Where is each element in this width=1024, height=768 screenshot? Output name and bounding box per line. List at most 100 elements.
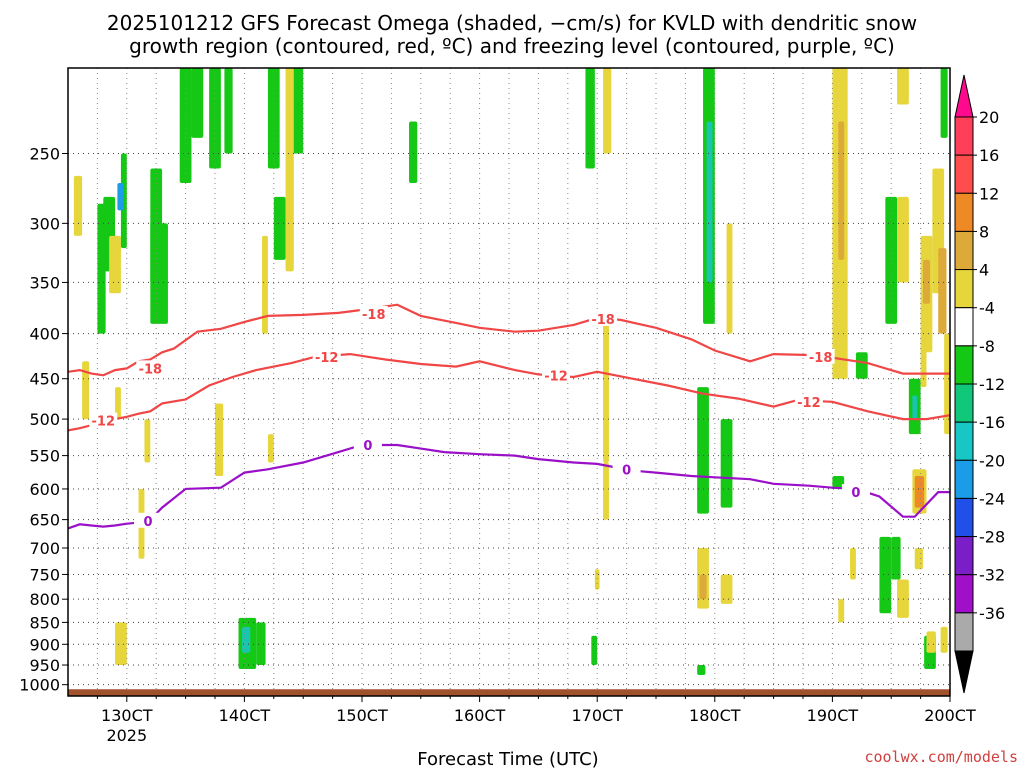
omega-cell <box>697 665 706 675</box>
contour-label: -12 <box>544 369 568 384</box>
colorbar-label: -32 <box>979 566 1005 585</box>
omega-cell <box>603 313 609 463</box>
colorbar-bin <box>954 459 974 499</box>
omega-cell <box>117 182 124 211</box>
omega-cell <box>594 569 600 590</box>
y-tick-label: 400 <box>29 325 60 344</box>
omega-cell <box>838 599 845 623</box>
y-tick-label: 900 <box>29 635 60 654</box>
x-tick-label: 160CT <box>454 706 506 725</box>
y-tick-label: 1000 <box>19 676 60 695</box>
colorbar-label: 12 <box>979 184 999 203</box>
omega-cell <box>891 536 901 580</box>
omega-cell <box>242 626 251 653</box>
colorbar-label: -24 <box>979 489 1005 508</box>
x-tick-sublabel: 2025 <box>106 726 147 745</box>
contour-label: 0 <box>363 439 372 454</box>
omega-cell <box>720 419 733 508</box>
chart-title-line-1: 2025101212 GFS Forecast Omega (shaded, −… <box>107 11 917 35</box>
colorbar-label: -28 <box>979 528 1005 547</box>
colorbar-bin <box>954 192 974 232</box>
colorbar-bin <box>954 497 974 538</box>
grid-lines <box>68 68 951 696</box>
omega-cell <box>838 121 845 260</box>
colorbar-bin <box>954 345 974 385</box>
contour-label: -18 <box>591 313 615 328</box>
omega-cell <box>885 196 898 324</box>
contour-label: -18 <box>809 351 833 366</box>
colorbar-bin <box>954 154 974 194</box>
colorbar-bin <box>954 307 974 347</box>
omega-cell <box>697 387 709 514</box>
x-tick-label: 130CT <box>101 706 153 725</box>
omega-cell <box>262 235 268 334</box>
contour-label: 0 <box>622 463 631 478</box>
omega-cell <box>191 68 204 138</box>
chart-title-line-2: growth region (contoured, red, ºC) and f… <box>129 34 895 58</box>
y-tick-label: 800 <box>29 590 60 609</box>
y-tick-label: 600 <box>29 480 60 499</box>
x-axis-title: Forecast Time (UTC) <box>417 749 598 768</box>
colorbar-label: 16 <box>979 146 999 165</box>
omega-cell <box>150 223 168 324</box>
omega-cell <box>115 622 127 666</box>
colorbar-bin <box>954 612 974 652</box>
omega-cell <box>267 434 274 463</box>
colorbar-bin <box>954 269 974 309</box>
colorbar-label: -12 <box>979 375 1005 394</box>
x-tick-label: 140CT <box>219 706 271 725</box>
omega-cell <box>285 68 294 272</box>
omega-cell <box>409 121 418 183</box>
colorbar-label: 20 <box>979 108 999 127</box>
colorbar-label: 8 <box>979 222 989 241</box>
y-tick-label: 300 <box>29 214 60 233</box>
y-tick-label: 850 <box>29 613 60 632</box>
omega-cell <box>179 68 192 183</box>
terrain-ground <box>68 689 950 696</box>
omega-cell <box>603 462 609 520</box>
colorbar-bottom-triangle <box>954 650 974 694</box>
colorbar-label: -36 <box>979 604 1005 623</box>
x-tick-label: 150CT <box>336 706 388 725</box>
colorbar-label: -4 <box>979 299 995 318</box>
omega-cell <box>914 548 923 570</box>
y-tick-label: 550 <box>29 447 60 466</box>
omega-cell <box>944 333 950 435</box>
omega-cell <box>897 68 909 105</box>
omega-cell <box>144 419 151 463</box>
omega-cell <box>914 475 925 508</box>
x-tick-label: 180CT <box>689 706 741 725</box>
x-tick-label: 170CT <box>571 706 623 725</box>
y-tick-label: 700 <box>29 539 60 558</box>
omega-cell <box>591 635 598 666</box>
colorbar-label: -16 <box>979 413 1005 432</box>
omega-cell <box>726 223 733 334</box>
y-tick-label: 350 <box>29 273 60 292</box>
colorbar-bin <box>954 574 974 614</box>
colorbar-bin <box>954 383 974 423</box>
omega-cell <box>706 121 713 283</box>
x-tick-label: 200CT <box>924 706 976 725</box>
omega-cell <box>897 196 909 283</box>
colorbar-label: -20 <box>979 451 1005 470</box>
omega-cell <box>938 248 947 334</box>
contour-label: -18 <box>139 362 163 377</box>
omega-cell <box>273 196 286 260</box>
colorbar-bin <box>954 421 974 461</box>
contour-label: 0 <box>143 515 152 530</box>
colorbar-label: 4 <box>979 261 989 280</box>
plot-frame <box>67 67 951 697</box>
credit-text: coolwx.com/models <box>864 748 1018 766</box>
contour-label: 0 <box>851 486 860 501</box>
omega-cell <box>926 631 936 653</box>
omega-cell <box>912 395 918 420</box>
omega-cell <box>256 622 266 666</box>
y-tick-label: 450 <box>29 370 60 389</box>
omega-shading <box>73 68 950 675</box>
omega-cell <box>699 574 707 600</box>
omega-cell <box>603 68 612 154</box>
colorbar-label: -8 <box>979 337 995 356</box>
omega-cell <box>850 548 856 580</box>
omega-cell <box>109 235 121 294</box>
contour-label: -18 <box>362 308 386 323</box>
